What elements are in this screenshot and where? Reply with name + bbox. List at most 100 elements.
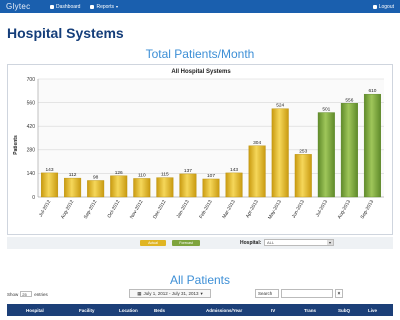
y-tick-label: 560 bbox=[27, 100, 36, 106]
column-header-beds[interactable]: Beds bbox=[154, 308, 165, 313]
y-tick-label: 700 bbox=[27, 77, 36, 83]
data-label: 304 bbox=[253, 140, 261, 146]
data-label: 137 bbox=[184, 168, 192, 174]
nav-reports[interactable]: Reports ▾ bbox=[90, 4, 118, 10]
bar-Oct-2012[interactable] bbox=[110, 175, 128, 198]
y-tick-label: 280 bbox=[27, 148, 36, 154]
x-tick-label: Sep-2012 bbox=[83, 199, 99, 220]
bar-Jan-2013[interactable] bbox=[179, 173, 197, 198]
data-label: 115 bbox=[161, 172, 169, 178]
hospital-filter-label: Hospital: bbox=[240, 240, 262, 246]
data-label: 107 bbox=[207, 173, 215, 179]
column-header-live[interactable]: Live bbox=[368, 308, 377, 313]
x-tick-label: Feb-2013 bbox=[198, 199, 214, 220]
x-tick-label: May-2013 bbox=[267, 199, 283, 221]
data-label: 253 bbox=[299, 148, 307, 154]
x-tick-label: Jul-2013 bbox=[315, 199, 330, 218]
x-tick-label: Dec-2012 bbox=[152, 199, 168, 220]
x-tick-label: Aug-2012 bbox=[60, 199, 76, 220]
top-navbar: Glytec Dashboard Reports ▾ Logout bbox=[0, 0, 400, 13]
patients-table-header: Hospital Facility Location Beds Admissio… bbox=[7, 304, 393, 316]
chevron-down-icon: ▾ bbox=[200, 290, 203, 296]
column-header-subq[interactable]: SubQ bbox=[338, 308, 350, 313]
x-tick-label: Jun-2013 bbox=[291, 199, 306, 220]
column-header-facility[interactable]: Facility bbox=[79, 308, 95, 313]
search-input[interactable] bbox=[281, 289, 333, 298]
x-tick-label: Sep-2013 bbox=[360, 199, 376, 220]
hospital-select-value: ALL bbox=[267, 240, 275, 245]
x-tick-label: Oct-2012 bbox=[106, 199, 121, 219]
chart-filter-bar: Actual Forecast Hospital: ALL ▾ bbox=[7, 237, 393, 249]
search-control: Search × bbox=[255, 289, 343, 298]
hospital-select[interactable]: ALL ▾ bbox=[264, 239, 334, 246]
nav-reports-label: Reports bbox=[96, 3, 114, 10]
home-icon bbox=[50, 4, 54, 9]
date-range-label: July 1, 2012 - July 31, 2013 bbox=[143, 291, 199, 296]
entries-select[interactable]: 25 bbox=[20, 291, 33, 297]
x-tick-label: Jul-2012 bbox=[38, 199, 53, 218]
data-label: 110 bbox=[138, 172, 146, 178]
logout-link[interactable]: Logout bbox=[372, 4, 394, 10]
bar-Jul-2012[interactable] bbox=[41, 172, 59, 198]
show-label: Show bbox=[7, 291, 19, 297]
bar-Sep-2012[interactable] bbox=[87, 180, 105, 198]
data-label: 143 bbox=[230, 167, 238, 173]
data-label: 610 bbox=[368, 88, 376, 94]
chart-title: All Hospital Systems bbox=[171, 69, 231, 75]
bar-Sep-2013[interactable] bbox=[363, 93, 381, 198]
nav-dashboard-label: Dashboard bbox=[56, 3, 81, 10]
y-tick-label: 420 bbox=[27, 124, 36, 130]
column-header-admissions[interactable]: Admissions/Year bbox=[206, 308, 242, 313]
data-label: 556 bbox=[345, 97, 353, 103]
x-tick-label: Jan-2013 bbox=[175, 199, 190, 220]
column-header-location[interactable]: Location bbox=[119, 308, 138, 313]
bar-Apr-2013[interactable] bbox=[248, 145, 266, 198]
x-tick-label: Nov-2012 bbox=[129, 199, 145, 220]
bar-Aug-2013[interactable] bbox=[340, 103, 358, 198]
chart-section-title: Total Patients/Month bbox=[145, 47, 255, 61]
calendar-icon: ▦ bbox=[137, 290, 142, 296]
report-icon bbox=[90, 4, 95, 9]
bar-chart: 0 140 280 420 560 700 143 Jul-2012 112 Aug-2012 98… bbox=[13, 77, 384, 221]
data-label: 143 bbox=[46, 167, 54, 173]
date-range-button[interactable]: ▦ July 1, 2012 - July 31, 2013 ▾ bbox=[129, 289, 211, 298]
data-label: 98 bbox=[93, 174, 99, 180]
bar-Aug-2012[interactable] bbox=[64, 177, 82, 198]
bar-Jul-2013[interactable] bbox=[317, 112, 335, 198]
entries-label: entries bbox=[34, 291, 48, 297]
power-icon bbox=[372, 5, 377, 9]
bar-May-2013[interactable] bbox=[271, 108, 289, 198]
x-tick-label: Aug-2013 bbox=[337, 199, 353, 220]
bar-Jun-2013[interactable] bbox=[294, 154, 312, 198]
bar-Nov-2012[interactable] bbox=[133, 178, 151, 198]
data-label: 501 bbox=[322, 107, 330, 113]
column-header-hospital[interactable]: Hospital bbox=[26, 308, 44, 313]
y-tick-label: 140 bbox=[27, 171, 36, 177]
y-axis-label: Patients bbox=[13, 135, 19, 155]
search-label: Search bbox=[255, 289, 279, 298]
column-header-trans[interactable]: Trans bbox=[304, 308, 316, 313]
bar-Feb-2013[interactable] bbox=[202, 178, 220, 198]
bar-Dec-2012[interactable] bbox=[156, 177, 174, 198]
table-controls: Show 25 entries ▦ July 1, 2012 - July 31… bbox=[7, 289, 393, 299]
column-header-iv[interactable]: IV bbox=[271, 308, 275, 313]
chevron-down-icon: ▾ bbox=[115, 4, 118, 9]
legend-forecast[interactable]: Forecast bbox=[172, 240, 200, 246]
nav-dashboard[interactable]: Dashboard bbox=[50, 4, 80, 10]
x-tick-label: Mar-2013 bbox=[221, 199, 237, 220]
y-tick-label: 0 bbox=[32, 195, 35, 201]
data-label: 524 bbox=[276, 103, 284, 109]
logout-label: Logout bbox=[378, 4, 394, 10]
chart-panel: All Hospital Systems 0 140 280 420 560 700 143… bbox=[7, 64, 393, 235]
page-title: Hospital Systems bbox=[7, 25, 124, 41]
bar-Mar-2013[interactable] bbox=[225, 172, 243, 198]
entries-control: Show 25 entries bbox=[7, 291, 48, 297]
data-label: 112 bbox=[69, 172, 77, 178]
patients-section-title: All Patients bbox=[169, 273, 231, 287]
app-logo[interactable]: Glytec bbox=[6, 2, 50, 11]
legend-actual[interactable]: Actual bbox=[140, 240, 166, 246]
chevron-down-icon: ▾ bbox=[327, 240, 333, 245]
data-label: 126 bbox=[115, 170, 123, 176]
clear-search-button[interactable]: × bbox=[335, 289, 343, 298]
x-tick-label: Apr-2013 bbox=[245, 199, 260, 219]
